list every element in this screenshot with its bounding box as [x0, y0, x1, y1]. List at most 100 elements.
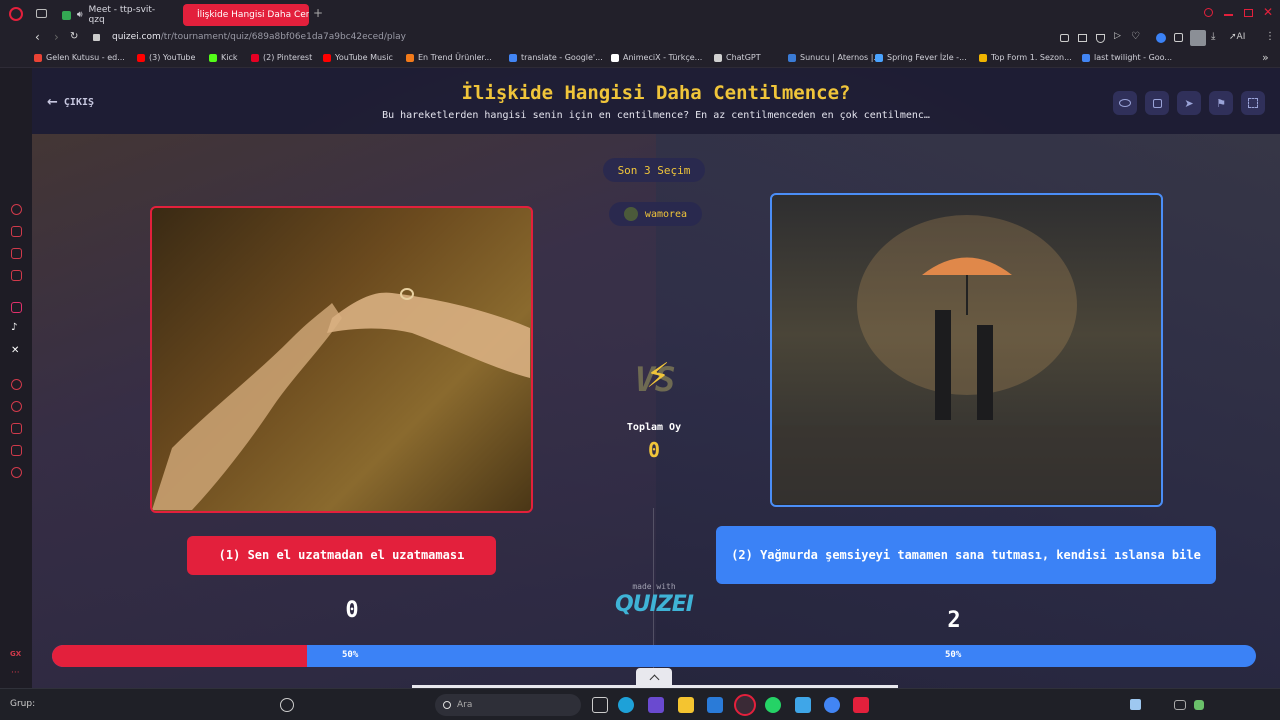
taskbar-search[interactable]: Ara [435, 694, 581, 716]
avatar [623, 207, 638, 221]
downloads-sidebar-icon[interactable] [11, 423, 22, 434]
bookmark-item[interactable]: Gelen Kutusu - ed... [34, 53, 125, 62]
bookmark-item[interactable]: YouTube Music [323, 53, 393, 62]
maximize-button[interactable] [1244, 9, 1253, 17]
bookmark-item[interactable]: ChatGPT [714, 53, 761, 62]
chrome-icon[interactable] [824, 697, 840, 713]
close-window-button[interactable]: ✕ [1263, 5, 1273, 19]
opera-taskbar-icon[interactable] [280, 698, 294, 712]
opera-gx-taskbar-icon[interactable] [734, 694, 756, 716]
bookmark-item[interactable]: (2) Pinterest [251, 53, 312, 62]
report-button[interactable]: ⚑ [1209, 91, 1233, 115]
taskbar-group-label: Grup: [10, 699, 36, 709]
option-1-card[interactable] [150, 206, 533, 513]
send-icon: ➤ [1184, 96, 1194, 110]
bookmark-favicon-icon [875, 53, 883, 62]
gx-icon[interactable]: GX [10, 650, 21, 658]
messenger-icon[interactable] [11, 248, 22, 259]
send-button[interactable]: ➤ [1177, 91, 1201, 115]
image-reflection [772, 425, 1160, 504]
bookmark-favicon-icon [406, 53, 414, 62]
reload-icon[interactable]: ↻ [70, 31, 78, 42]
tab-quizei[interactable]: İlişkide Hangisi Daha Centi [183, 4, 309, 26]
quiz-page: ← ÇIKIŞ İlişkide Hangisi Daha Centilmenc… [32, 68, 1280, 688]
opera-logo-icon[interactable] [9, 7, 23, 21]
aria-icon[interactable] [11, 204, 22, 215]
option-1-label[interactable]: (1) Sen el uzatmadan el uzatmaması [187, 536, 496, 575]
tiktok-icon[interactable]: ♪ [11, 322, 17, 333]
telegram-icon[interactable] [11, 270, 22, 281]
bookmark-item[interactable]: Spring Fever İzle -... [875, 53, 967, 62]
flag-icon: ⚑ [1216, 96, 1226, 110]
app-icon[interactable] [648, 697, 664, 713]
bookmarks-more-icon[interactable]: » [1262, 51, 1269, 64]
tab-meet[interactable]: 🔊︎ Meet - ttp-svit-qzq [54, 4, 178, 26]
share-button[interactable] [1145, 91, 1169, 115]
scroll-up-button[interactable] [636, 668, 672, 686]
workspace-icon[interactable] [36, 9, 47, 18]
shield-icon[interactable] [1096, 34, 1105, 43]
search-tabs-icon[interactable] [1204, 8, 1213, 17]
store-icon[interactable] [707, 697, 723, 713]
bookmark-item[interactable]: (3) YouTube [137, 53, 195, 62]
page-subtitle: Bu hareketlerden hangisi senin için en c… [382, 110, 930, 121]
player-icon[interactable] [11, 379, 22, 390]
downloads-icon[interactable]: ⤓ [1211, 31, 1215, 42]
task-view-icon[interactable] [592, 697, 608, 713]
history-icon[interactable] [11, 401, 22, 412]
start-button[interactable] [411, 697, 427, 713]
image-figure-2 [977, 325, 993, 420]
pocket-icon[interactable] [853, 697, 869, 713]
tray-icon[interactable] [1130, 699, 1141, 710]
x-icon[interactable]: ✕ [11, 345, 19, 356]
bookmark-favicon-icon [714, 53, 722, 62]
menu-kebab-icon[interactable]: ⋮ [1265, 31, 1275, 42]
more-icon[interactable]: ··· [11, 668, 20, 678]
option-2-label[interactable]: (2) Yağmurda şemsiyeyi tamamen sana tutm… [716, 526, 1216, 584]
bookmark-item[interactable]: last twilight - Goo... [1082, 53, 1172, 62]
settings-icon[interactable] [11, 467, 22, 478]
extensions-icon[interactable] [1174, 33, 1183, 42]
whatsapp-icon[interactable] [765, 697, 781, 713]
url-field[interactable]: quizei.com/tr/tournament/quiz/689a8bf06e… [112, 32, 406, 42]
bookmark-item[interactable]: En Trend Ürünler... [406, 53, 492, 62]
option-2-card[interactable] [770, 193, 1163, 507]
fullscreen-button[interactable] [1241, 91, 1265, 115]
bookmark-favicon-icon [137, 53, 145, 62]
new-tab-button[interactable]: + [313, 6, 323, 20]
quiz-header: ← ÇIKIŞ İlişkide Hangisi Daha Centilmenc… [32, 68, 1280, 134]
recent-user-pill[interactable]: wamorea [609, 202, 702, 226]
screenshot-icon[interactable] [1078, 34, 1087, 42]
instagram-icon[interactable] [11, 302, 22, 313]
quizei-logo[interactable]: QUIZEI [603, 592, 705, 617]
bookmark-item[interactable]: Sunucu | Aternos |... [788, 53, 881, 62]
url-host: quizei.com [112, 32, 161, 42]
extension-blue-icon[interactable] [1156, 33, 1166, 43]
bookmark-favicon-icon [509, 53, 517, 62]
download-page-icon[interactable]: ▷ [1114, 31, 1121, 41]
forward-nav-icon[interactable]: › [54, 30, 59, 44]
extensions-sidebar-icon[interactable] [11, 445, 22, 456]
file-explorer-icon[interactable] [678, 697, 694, 713]
network-icon[interactable] [1174, 700, 1186, 710]
view-button[interactable] [1113, 91, 1137, 115]
minimize-button[interactable] [1224, 14, 1233, 16]
bookmark-favicon-icon [323, 53, 331, 62]
bookmark-item[interactable]: Kick [209, 53, 238, 62]
notepad-icon[interactable] [795, 697, 811, 713]
edge-icon[interactable] [618, 697, 634, 713]
eye-icon [1119, 99, 1131, 107]
bag-icon[interactable] [11, 226, 22, 237]
volume-icon[interactable] [1194, 700, 1204, 710]
bookmark-item[interactable]: Top Form 1. Sezon... [979, 53, 1072, 62]
bookmark-item[interactable]: translate - Google'... [509, 53, 603, 62]
bookmark-label: AnimeciX - Türkçe... [623, 53, 703, 62]
image-figure-1 [935, 310, 951, 420]
bookmark-item[interactable]: AnimeciX - Türkçe... [611, 53, 702, 62]
profile-avatar[interactable] [1190, 30, 1206, 46]
ai-button[interactable]: ➚AI [1229, 32, 1245, 42]
back-nav-icon[interactable]: ‹ [35, 30, 40, 44]
heart-icon[interactable]: ♡ [1131, 31, 1140, 42]
option-2-image [772, 215, 1160, 504]
camera-icon[interactable] [1060, 34, 1069, 42]
